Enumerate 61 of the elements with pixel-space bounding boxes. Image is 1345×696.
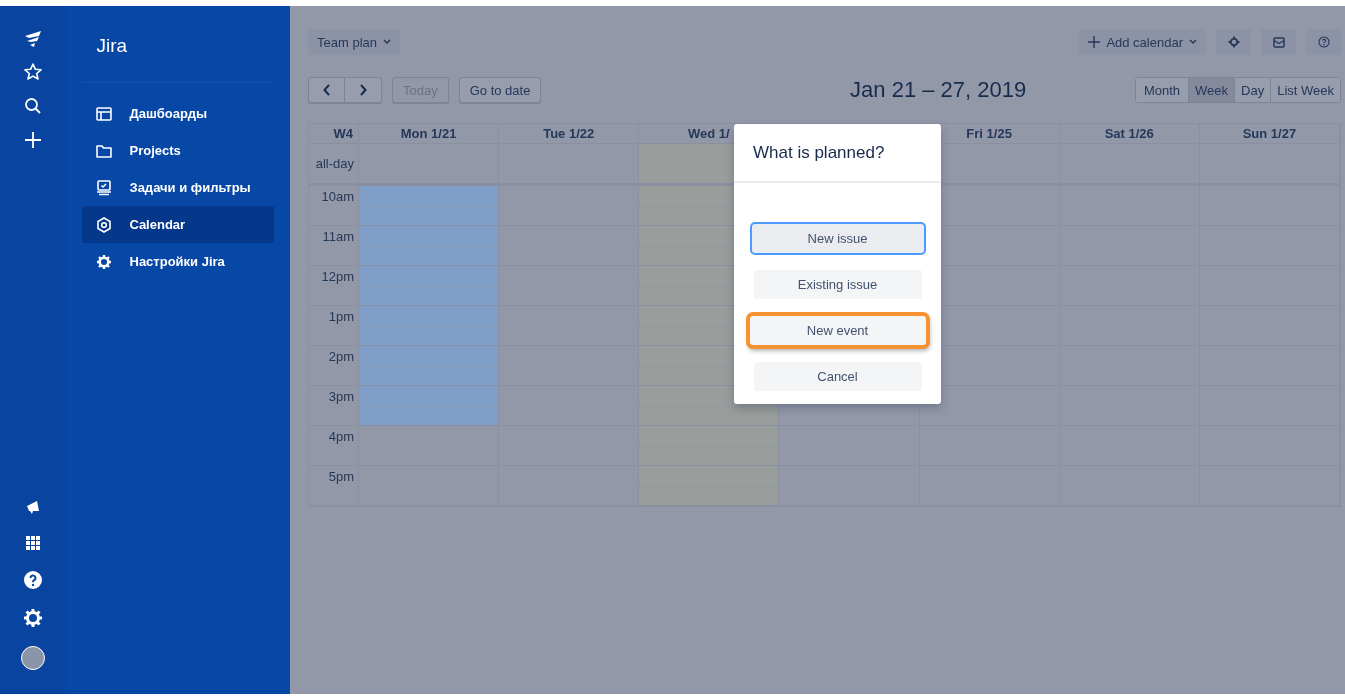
time-label: 1pm [328, 309, 354, 324]
sidebar-item[interactable]: Projects [81, 132, 274, 169]
dialog-option-button[interactable]: Cancel [753, 362, 922, 391]
view-tab[interactable]: Day [1234, 78, 1271, 102]
time-slot[interactable] [919, 386, 1060, 426]
dialog-option-button[interactable]: Existing issue [753, 270, 922, 299]
sidebar-item[interactable]: Задачи и фильтры [81, 169, 274, 206]
week-number: W4 [309, 124, 359, 144]
sidebar-item-label: Calendar [129, 217, 186, 232]
calendar-select[interactable]: Team plan [308, 29, 400, 55]
mail-button[interactable] [1261, 29, 1296, 55]
add-calendar-button[interactable]: Add calendar [1079, 29, 1206, 55]
sidebar-item[interactable]: Дашбоарды [81, 95, 274, 132]
time-label: 3pm [328, 389, 354, 404]
dialog-option-button[interactable]: New issue [751, 224, 924, 253]
settings-button[interactable] [1216, 29, 1251, 55]
folder-icon [95, 142, 112, 159]
date-range-title: Jan 21 – 27, 2019 [850, 77, 1027, 103]
day-header: Sun 1/27 [1199, 124, 1340, 144]
plus-icon [1088, 36, 1101, 48]
search-icon[interactable] [22, 96, 43, 116]
star-icon[interactable] [22, 62, 43, 82]
monitor-icon [95, 179, 112, 196]
chevron-right-icon [359, 84, 367, 96]
time-label: 2pm [328, 349, 354, 364]
sidebar-item-label: Настройки Jira [129, 254, 225, 269]
sidebar-item-label: Задачи и фильтры [129, 180, 251, 195]
gear-icon [95, 253, 112, 270]
dashboard-icon [95, 105, 112, 122]
chevron-down-icon [383, 39, 391, 45]
sidebar-item[interactable]: Настройки Jira [81, 243, 274, 280]
time-label: 12pm [321, 269, 354, 284]
product-title: Jira [96, 35, 129, 57]
time-label: 5pm [328, 469, 354, 484]
plus-icon[interactable] [22, 130, 43, 150]
help-button[interactable] [1306, 29, 1341, 55]
time-label: 11am [322, 229, 354, 244]
help-icon [1317, 36, 1330, 48]
all-day-label: all-day [315, 156, 354, 171]
view-tab[interactable]: Month [1135, 78, 1189, 102]
day-header: Sat 1/26 [1059, 124, 1200, 144]
previous-button[interactable] [308, 77, 345, 103]
help-icon[interactable] [22, 570, 43, 590]
chevron-left-icon [322, 84, 331, 96]
time-label: 4pm [328, 429, 354, 444]
sidebar-item[interactable]: Calendar [81, 206, 274, 243]
time-label: 10am [321, 189, 354, 204]
day-header: Tue 1/22 [499, 124, 640, 144]
sidebar-item-label: Projects [129, 143, 181, 158]
dialog-title: What is planned? [753, 142, 885, 163]
go-to-date-button[interactable]: Go to date [458, 77, 542, 103]
view-tab[interactable]: List Week [1270, 78, 1340, 102]
day-header: Mon 1/21 [359, 124, 500, 144]
app-grid-icon[interactable] [23, 534, 42, 552]
view-tab[interactable]: Week [1188, 78, 1235, 102]
hexagon-icon [95, 216, 112, 233]
sidebar-item-label: Дашбоарды [129, 106, 207, 121]
envelope-icon [1272, 36, 1285, 48]
chevron-down-icon [1189, 39, 1197, 45]
avatar[interactable] [20, 646, 45, 670]
next-button[interactable] [345, 77, 382, 103]
